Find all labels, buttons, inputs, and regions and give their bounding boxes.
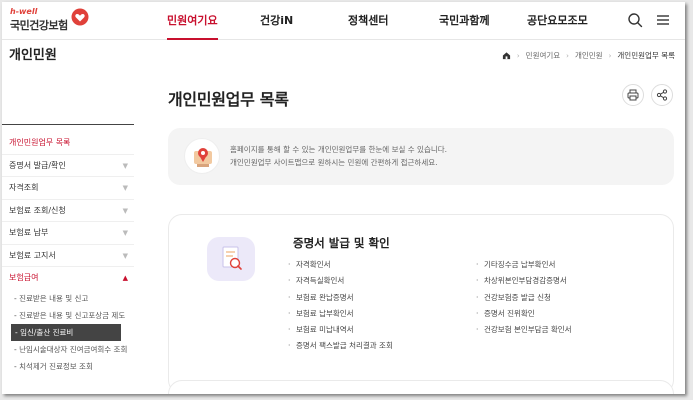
sidebar-subitem-label: 치석제거 진료정보 조회 — [19, 361, 93, 371]
card-link[interactable]: 차상위본인부담경감증명서 — [475, 273, 572, 290]
sidebar-subitem-selected[interactable]: - 임신/출산 진료비 — [11, 323, 121, 341]
card-list-right: 기타징수금 납부확인서 차상위본인부담경감증명서 건강보험증 발급 신청 증명서… — [475, 257, 572, 339]
service-card-next — [168, 380, 674, 394]
printer-icon — [627, 89, 639, 101]
sidebar-subitem[interactable]: - 치석제거 진료정보 조회 — [2, 358, 134, 375]
sidebar-item-list[interactable]: 개인민원업무 목록 — [2, 132, 134, 155]
sidebar-subitem[interactable]: - 진료받은 내용 및 신고포상금 제도 — [2, 307, 134, 324]
browser-frame: h-well 국민건강보험 민원여기요 건강iN 정책센터 국민과함께 공단요모… — [2, 2, 685, 394]
sidebar-submenu: - 진료받은 내용 및 신고 - 진료받은 내용 및 신고포상금 제도 - 임신… — [2, 290, 134, 375]
card-list-left: 자격확인서 자격득실확인서 보험료 완납증명서 보험료 납부확인서 보험료 미납… — [287, 257, 393, 355]
page-title: 개인민원업무 목록 — [168, 90, 289, 109]
info-line: 홈페이지를 통해 할 수 있는 개인민원업무를 한눈에 보실 수 있습니다. — [230, 145, 448, 154]
sidebar-subitem[interactable]: - 난임시술대상자 진여금여회수 조회 — [2, 341, 134, 358]
card-icon-wrap — [207, 237, 255, 281]
sidebar-title: 개인민원 — [9, 48, 57, 63]
chevron-down-icon: ▼ — [122, 229, 128, 237]
sidebar-item-label: 보험료 납부 — [9, 228, 49, 237]
card-link[interactable]: 보험료 미납내역서 — [287, 322, 393, 339]
card-link[interactable]: 보험료 완납증명서 — [287, 290, 393, 307]
sidebar-item-label: 보험료 조회/신청 — [9, 205, 66, 215]
service-card-certificate: 증명서 발급 및 확인 자격확인서 자격득실확인서 보험료 완납증명서 보험료 … — [168, 214, 674, 394]
chevron-up-icon: ▲ — [122, 274, 128, 282]
sidebar-item-premium-payment[interactable]: 보험료 납부 ▼ — [2, 222, 134, 245]
chevron-down-icon: ▼ — [122, 251, 128, 260]
card-title: 증명서 발급 및 확인 — [293, 236, 390, 250]
card-link[interactable]: 보험료 납부확인서 — [287, 306, 393, 323]
share-icon — [656, 89, 668, 101]
sidebar: 개인민원 개인민원업무 목록 증명서 발급/확인 ▼ 자격조회 ▼ 보험료 조회… — [2, 2, 134, 371]
sidebar-item-qualification[interactable]: 자격조회 ▼ — [2, 177, 134, 200]
sidebar-subitem-label: 진료받은 내용 및 신고 — [19, 293, 89, 303]
sidebar-subitem-label: 진료받은 내용 및 신고포상금 제도 — [19, 310, 126, 320]
sidebar-item-label: 개인민원업무 목록 — [9, 138, 71, 147]
sidebar-item-certificate[interactable]: 증명서 발급/확인 ▼ — [2, 155, 134, 177]
share-button[interactable] — [651, 84, 673, 106]
info-line: 개인민원업무 사이트맵으로 원하시는 민원에 간편하게 접근하세요. — [230, 158, 438, 167]
sidebar-menu: 개인민원업무 목록 증명서 발급/확인 ▼ 자격조회 ▼ 보험료 조회/신청 ▼… — [2, 132, 134, 375]
chevron-down-icon: ▼ — [122, 206, 128, 215]
sidebar-subitem[interactable]: - 진료받은 내용 및 신고 — [2, 290, 134, 307]
card-link[interactable]: 증명서 진위확인 — [475, 306, 572, 323]
sidebar-item-label: 보험료 고지서 — [9, 250, 56, 260]
info-banner: 홈페이지를 통해 할 수 있는 개인민원업무를 한눈에 보실 수 있습니다. 개… — [168, 128, 674, 185]
chevron-down-icon: ▼ — [122, 161, 128, 170]
card-link[interactable]: 건강보험 본인부담금 확인서 — [475, 322, 572, 339]
sidebar-item-premium-inquiry[interactable]: 보험료 조회/신청 ▼ — [2, 200, 134, 222]
print-button[interactable] — [622, 84, 644, 106]
location-pin-icon — [194, 148, 212, 167]
document-search-icon — [222, 246, 242, 270]
main-content: 개인민원업무 목록 홈페이지를 통해 할 수 있는 개인민원업무를 한눈에 보실… — [168, 2, 678, 394]
card-link[interactable]: 증명서 팩스발급 처리결과 조회 — [287, 338, 393, 355]
sidebar-item-insurance-benefit[interactable]: 보험급여 ▲ — [2, 267, 134, 290]
sidebar-item-label: 보험급여 — [9, 273, 39, 282]
info-text: 홈페이지를 통해 할 수 있는 개인민원업무를 한눈에 보실 수 있습니다. 개… — [230, 143, 447, 169]
sidebar-divider — [2, 124, 134, 125]
card-link[interactable]: 기타징수금 납부확인서 — [475, 257, 572, 274]
info-icon-wrap — [184, 138, 220, 174]
card-link[interactable]: 자격득실확인서 — [287, 273, 393, 290]
chevron-down-icon: ▼ — [122, 184, 128, 192]
sidebar-subitem-label: 임신/출산 진료비 — [20, 327, 74, 337]
sidebar-subitem-label: 난임시술대상자 진여금여회수 조회 — [19, 344, 128, 354]
sidebar-item-label: 자격조회 — [9, 183, 39, 192]
sidebar-item-label: 증명서 발급/확인 — [9, 160, 66, 170]
card-link[interactable]: 건강보험증 발급 신청 — [475, 290, 572, 307]
sidebar-item-premium-bill[interactable]: 보험료 고지서 ▼ — [2, 245, 134, 267]
card-link[interactable]: 자격확인서 — [287, 257, 393, 274]
